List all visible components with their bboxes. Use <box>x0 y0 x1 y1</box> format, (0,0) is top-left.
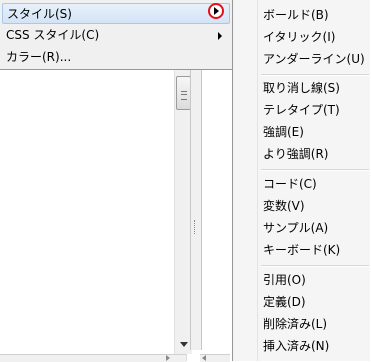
submenu-item-sample[interactable]: サンプル(A) <box>263 218 328 239</box>
submenu-item-italic[interactable]: イタリック(I) <box>263 27 335 48</box>
menu-separator <box>261 265 369 267</box>
splitter-grip-icon <box>194 220 199 234</box>
submenu-item-bold[interactable]: ボールド(B) <box>263 5 329 26</box>
menu-item-css-style[interactable]: CSS スタイル(C) <box>2 25 230 46</box>
menu-item-color[interactable]: カラー(R)... <box>2 47 230 68</box>
pane-splitter[interactable] <box>190 70 202 350</box>
scroll-down-arrow-icon[interactable] <box>180 342 188 347</box>
scroll-left-arrow-icon[interactable] <box>202 355 206 361</box>
context-menu: スタイル(S) CSS スタイル(C) カラー(R)... <box>0 0 232 70</box>
menu-separator <box>261 74 369 76</box>
scrollbar-thumb[interactable] <box>176 76 191 110</box>
style-submenu: ボールド(B) イタリック(I) アンダーライン(U) 取り消し線(S) テレタ… <box>232 0 371 361</box>
red-circle-arrow-icon <box>208 3 224 19</box>
menu-item-css-style-label: CSS スタイル(C) <box>6 28 100 42</box>
submenu-item-definition[interactable]: 定義(D) <box>263 292 306 313</box>
submenu-item-code[interactable]: コード(C) <box>263 174 317 195</box>
scroll-right-arrow-icon[interactable] <box>166 355 170 361</box>
submenu-item-underline[interactable]: アンダーライン(U) <box>263 49 365 70</box>
menu-item-color-label: カラー(R)... <box>6 50 72 64</box>
menu-item-style[interactable]: スタイル(S) <box>2 3 230 24</box>
submenu-item-quote[interactable]: 引用(O) <box>263 270 306 291</box>
menu-gutter <box>257 0 258 361</box>
menu-separator <box>261 169 369 171</box>
submenu-item-strikethrough[interactable]: 取り消し線(S) <box>263 78 340 99</box>
submenu-item-emphasis[interactable]: 強調(E) <box>263 122 304 143</box>
submenu-item-variable[interactable]: 変数(V) <box>263 196 305 217</box>
submenu-item-teletype[interactable]: テレタイプ(T) <box>263 100 340 121</box>
grip-icon <box>181 91 187 100</box>
menu-item-style-label: スタイル(S) <box>7 7 72 21</box>
submenu-item-strong[interactable]: より強調(R) <box>263 144 328 165</box>
submenu-item-deleted[interactable]: 削除済み(L) <box>263 314 327 335</box>
chevron-right-icon <box>218 32 222 40</box>
submenu-item-inserted[interactable]: 挿入済み(N) <box>263 336 329 357</box>
submenu-item-keyboard[interactable]: キーボード(K) <box>263 240 340 261</box>
